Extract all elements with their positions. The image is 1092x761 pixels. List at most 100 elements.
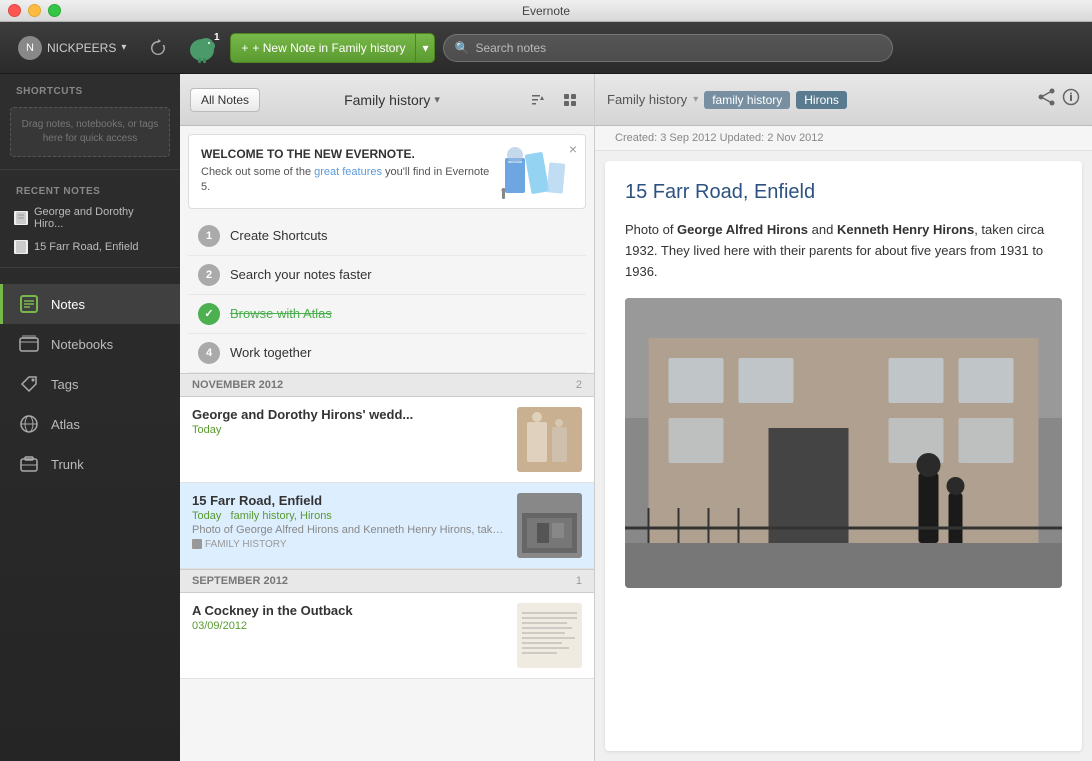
tags-icon (17, 372, 41, 396)
note-list-item-cockney[interactable]: A Cockney in the Outback 03/09/2012 (180, 593, 594, 679)
titlebar: Evernote (0, 0, 1092, 22)
note-title-farr: 15 Farr Road, Enfield (192, 493, 507, 508)
minimize-button[interactable] (28, 4, 41, 17)
welcome-illustration (500, 143, 575, 208)
notes-icon (17, 292, 41, 316)
note-info-cockney: A Cockney in the Outback 03/09/2012 (192, 603, 507, 668)
breadcrumb-separator: ▾ (693, 94, 698, 105)
note-body: Photo of George Alfred Hirons and Kennet… (625, 220, 1062, 282)
feature-num-1: 1 (198, 225, 220, 247)
new-note-label: + New Note in Family history (252, 41, 405, 55)
welcome-banner: × WELCOME TO THE NEW EVERNOTE. Check out… (188, 134, 586, 209)
books-illustration (500, 143, 575, 203)
evernote-logo: 16 (182, 28, 222, 68)
sidebar-item-notes[interactable]: Notes (0, 284, 180, 324)
note-content[interactable]: 15 Farr Road, Enfield Photo of George Al… (605, 161, 1082, 751)
sidebar-trunk-label: Trunk (51, 457, 84, 472)
sort-icon (530, 92, 546, 108)
all-notes-button[interactable]: All Notes (190, 88, 260, 112)
note-content-title: 15 Farr Road, Enfield (625, 181, 1062, 204)
note-info-george: George and Dorothy Hirons' wedd... Today (192, 407, 507, 472)
new-note-main[interactable]: + + New Note in Family history (231, 34, 416, 62)
note-icon-2 (14, 240, 28, 254)
detail-header: Family history ▾ family history Hirons (595, 74, 1092, 126)
sidebar-tags-label: Tags (51, 377, 78, 392)
document-icon-2 (16, 241, 26, 253)
feature-item-4[interactable]: 4 Work together (188, 334, 586, 373)
note-preview-farr: Photo of George Alfred Hirons and Kennet… (192, 524, 507, 536)
list-actions (524, 86, 584, 114)
recent-note-item[interactable]: George and Dorothy Hiro... (0, 201, 180, 235)
feature-item-3[interactable]: ✓ Browse with Atlas (188, 295, 586, 334)
welcome-title: WELCOME TO THE NEW EVERNOTE. (201, 147, 493, 161)
note-date-george: Today (192, 424, 221, 436)
note-photo (625, 298, 1062, 588)
sidebar-atlas-label: Atlas (51, 417, 80, 432)
sort-button[interactable] (524, 86, 552, 114)
window-controls (8, 4, 61, 17)
welcome-text: Check out some of the great features you… (201, 165, 493, 196)
share-icon (1038, 88, 1056, 106)
note-thumb-farr (517, 493, 582, 558)
note-thumb-cockney (517, 603, 582, 668)
notebooks-icon (17, 332, 41, 356)
note-meta-george: Today (192, 424, 507, 436)
note-title-george: George and Dorothy Hirons' wedd... (192, 407, 507, 422)
close-button[interactable] (8, 4, 21, 17)
document-icon (16, 212, 26, 224)
section-header-sep: SEPTEMBER 2012 1 (180, 569, 594, 593)
section-header-nov: NOVEMBER 2012 2 (180, 373, 594, 397)
search-bar[interactable]: 🔍 Search notes (443, 34, 893, 62)
view-toggle-button[interactable] (556, 86, 584, 114)
wedding-thumb (517, 407, 582, 472)
grid-icon (562, 92, 578, 108)
arrow-icon: ▾ (422, 41, 428, 55)
sidebar-item-tags[interactable]: Tags (0, 364, 180, 404)
note-date-cockney: 03/09/2012 (192, 620, 247, 632)
tag-pill-hirons[interactable]: Hirons (796, 91, 847, 109)
search-placeholder: Search notes (475, 41, 546, 55)
sidebar-notebooks-label: Notebooks (51, 337, 113, 352)
elephant-svg: 16 (184, 30, 220, 66)
maximize-button[interactable] (48, 4, 61, 17)
section-title-sep: SEPTEMBER 2012 (192, 575, 288, 587)
share-button[interactable] (1038, 88, 1056, 111)
sidebar-item-trunk[interactable]: Trunk (0, 444, 180, 484)
cockney-thumb (517, 603, 582, 668)
feature-label-3: Browse with Atlas (230, 306, 332, 321)
trunk-icon (17, 452, 41, 476)
feature-num-4: 4 (198, 342, 220, 364)
tag-pill-family-history[interactable]: family history (704, 91, 790, 109)
feature-label-4: Work together (230, 345, 311, 360)
detail-panel: Family history ▾ family history Hirons C… (595, 74, 1092, 761)
notes-list-header: All Notes Family history ▾ (180, 74, 594, 126)
note-meta-farr: Today family history, Hirons (192, 510, 507, 522)
feature-item-1[interactable]: 1 Create Shortcuts (188, 217, 586, 256)
note-list-item-farr[interactable]: 15 Farr Road, Enfield Today family histo… (180, 483, 594, 569)
sidebar-item-notebooks[interactable]: Notebooks (0, 324, 180, 364)
search-icon: 🔍 (454, 41, 469, 55)
note-info-farr: 15 Farr Road, Enfield Today family histo… (192, 493, 507, 558)
note-list-item-george[interactable]: George and Dorothy Hirons' wedd... Today (180, 397, 594, 483)
sidebar-item-atlas[interactable]: Atlas (0, 404, 180, 444)
info-button[interactable] (1062, 88, 1080, 111)
user-avatar: N (18, 36, 42, 60)
note-date-farr: Today (192, 510, 221, 522)
notebook-badge-icon (192, 539, 202, 549)
new-note-button[interactable]: + + New Note in Family history ▾ (230, 33, 435, 63)
chevron-down-icon: ▾ (121, 42, 126, 53)
sync-button[interactable] (142, 32, 174, 64)
sync-icon (149, 39, 167, 57)
user-menu-button[interactable]: N NICKPEERS ▾ (10, 32, 134, 64)
feature-item-2[interactable]: 2 Search your notes faster (188, 256, 586, 295)
recent-note-item-2[interactable]: 15 Farr Road, Enfield (0, 235, 180, 259)
info-icon (1062, 88, 1080, 106)
note-thumb-george (517, 407, 582, 472)
notebook-selector[interactable]: Family history ▾ (268, 92, 516, 108)
note-title-cockney: A Cockney in the Outback (192, 603, 507, 618)
notebook-dropdown-icon: ▾ (434, 93, 440, 106)
recent-note-1-title: George and Dorothy Hiro... (34, 206, 166, 230)
new-note-dropdown-arrow[interactable]: ▾ (416, 34, 434, 62)
farr-road-thumb (517, 493, 582, 558)
notebook-name: Family history (344, 92, 430, 108)
